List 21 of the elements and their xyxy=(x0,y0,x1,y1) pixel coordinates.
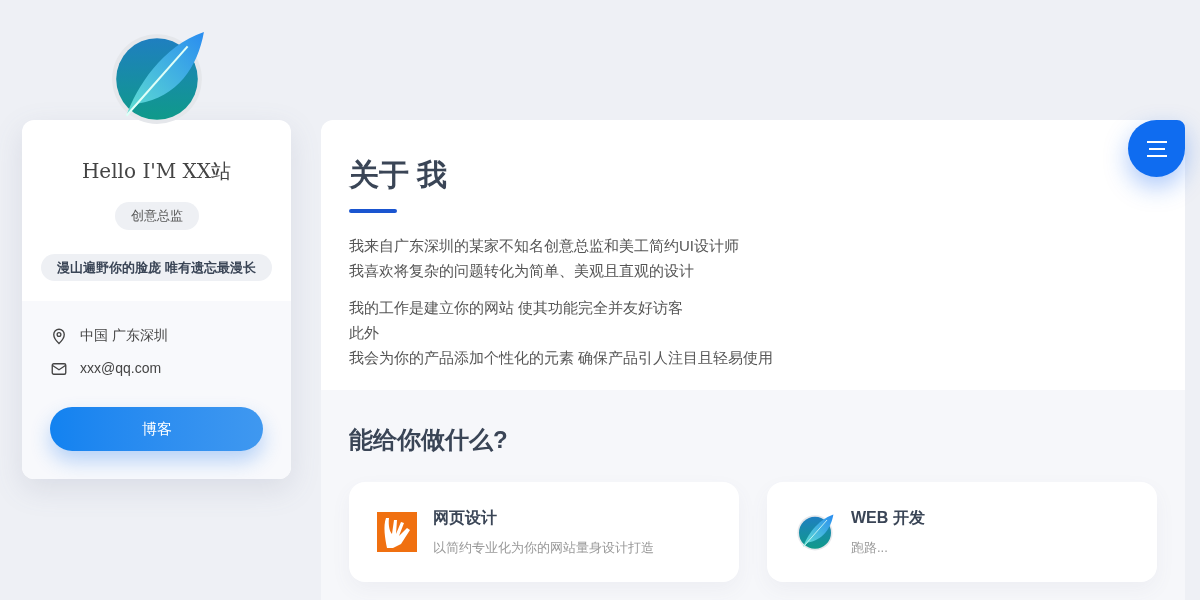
about-text-line: 我来自广东深圳的某家不知名创意总监和美工简约UI设计师 xyxy=(349,236,740,256)
about-title: 关于 我 xyxy=(349,157,449,193)
about-text-line: 我会为你的产品添加个性化的元素 确保产品引人注目且轻易使用 xyxy=(349,348,775,368)
greeting-title: Hello I'M XX站 xyxy=(81,158,232,185)
about-text-line: 我喜欢将复杂的问题转化为简单、美观且直观的设计 xyxy=(349,261,695,281)
email-text: xxx@qq.com xyxy=(80,359,162,378)
location-pin-icon xyxy=(50,326,68,345)
service-description: 跑路... xyxy=(851,539,889,558)
service-title: WEB 开发 xyxy=(851,508,925,529)
blog-button[interactable]: 博客 xyxy=(50,407,263,451)
services-title: 能给你做什么? xyxy=(349,425,509,455)
about-text-line: 此外 xyxy=(349,323,380,343)
about-text-line: 我的工作是建立你的网站 使其功能完全并友好访客 xyxy=(349,298,685,318)
service-description: 以简约专业化为你的网站量身设计打造 xyxy=(433,539,654,558)
hand-logo-icon xyxy=(377,512,417,552)
location-text: 中国 广东深圳 xyxy=(80,326,168,345)
feather-logo-icon xyxy=(795,512,835,552)
service-title: 网页设计 xyxy=(433,508,498,529)
role-tag: 创意总监 xyxy=(114,202,199,230)
menu-icon xyxy=(1144,138,1169,159)
motto-tag: 漫山遍野你的脸庞 唯有遗忘最漫长 xyxy=(41,253,272,281)
